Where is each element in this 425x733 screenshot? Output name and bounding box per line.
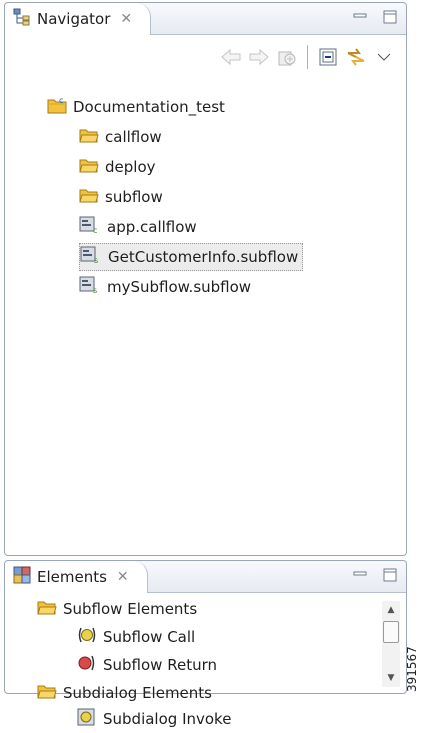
svg-text:s: s <box>94 256 98 264</box>
tree-item-label: Documentation_test <box>73 98 225 116</box>
tree-item-category[interactable]: Subdialog Elements <box>37 679 212 707</box>
project-folder-icon: c <box>47 96 67 118</box>
elements-title: Elements <box>37 568 107 586</box>
subflow-call-icon <box>77 626 97 648</box>
elements-tab[interactable]: Elements ✕ <box>5 561 148 593</box>
navigator-view: Navigator ✕ c Documentation_test callflo… <box>4 2 407 556</box>
tree-item-folder[interactable]: subflow <box>79 183 163 211</box>
close-icon[interactable]: ✕ <box>120 11 132 27</box>
navigator-window-controls <box>352 9 398 29</box>
svg-text:s: s <box>93 286 97 294</box>
collapse-all-icon[interactable] <box>314 43 342 71</box>
tree-item-label: deploy <box>105 158 156 176</box>
subflow-file-icon: s <box>79 276 101 298</box>
elements-header: Elements ✕ <box>5 561 406 593</box>
back-arrow-icon[interactable] <box>217 43 245 71</box>
subflow-return-icon <box>77 654 97 676</box>
elements-scrollbar[interactable]: ▲ ▼ <box>382 601 400 687</box>
navigator-icon <box>13 8 31 30</box>
navigator-header: Navigator ✕ <box>5 3 406 35</box>
tree-item-label: subflow <box>105 188 163 206</box>
navigator-tab[interactable]: Navigator ✕ <box>5 3 152 35</box>
elements-icon <box>13 566 31 588</box>
tree-item-folder[interactable]: callflow <box>79 123 162 151</box>
tree-item-file[interactable]: c app.callflow <box>79 213 197 241</box>
elements-view: Elements ✕ Subflow Elements Subflow Call <box>4 560 407 728</box>
tree-item-project[interactable]: c Documentation_test <box>47 93 225 121</box>
minimize-icon[interactable] <box>352 568 368 586</box>
maximize-icon[interactable] <box>382 9 398 29</box>
folder-icon <box>79 157 99 177</box>
close-icon[interactable]: ✕ <box>117 569 129 585</box>
scroll-up-icon[interactable]: ▲ <box>382 601 400 619</box>
scroll-down-icon[interactable]: ▼ <box>382 669 400 687</box>
navigator-title: Navigator <box>37 10 111 28</box>
folder-icon <box>37 599 57 619</box>
tree-item-label: Subflow Elements <box>63 600 198 618</box>
home-icon[interactable] <box>273 43 301 71</box>
tree-item-category[interactable]: Subflow Elements <box>37 595 197 623</box>
tree-item-label: callflow <box>105 128 162 146</box>
toolbar-separator <box>307 45 308 69</box>
tree-item-file[interactable]: s mySubflow.subflow <box>79 273 251 301</box>
tree-item-label: Subflow Call <box>103 628 196 646</box>
minimize-icon[interactable] <box>352 10 368 28</box>
tree-item-element[interactable]: Subflow Call <box>77 623 195 651</box>
tree-item-element[interactable]: Subdialog Invoke <box>77 705 231 733</box>
subdialog-invoke-icon <box>77 708 97 730</box>
tree-item-folder[interactable]: deploy <box>79 153 156 181</box>
figure-id: 391567 <box>405 646 419 692</box>
svg-text:c: c <box>93 226 97 234</box>
view-menu-icon[interactable] <box>370 43 398 71</box>
maximize-icon[interactable] <box>382 567 398 587</box>
navigator-toolbar <box>5 35 406 79</box>
elements-window-controls <box>352 567 398 587</box>
scrollbar-thumb[interactable] <box>383 621 399 643</box>
tree-item-label: Subdialog Invoke <box>103 710 232 728</box>
tree-item-label: mySubflow.subflow <box>107 278 252 296</box>
tree-item-label: app.callflow <box>107 218 197 236</box>
tree-item-element[interactable]: Subflow Return <box>77 651 217 679</box>
forward-arrow-icon[interactable] <box>245 43 273 71</box>
tree-item-label: Subdialog Elements <box>63 684 212 702</box>
tree-item-label: Subflow Return <box>103 656 217 674</box>
link-with-editor-icon[interactable] <box>342 43 370 71</box>
subflow-file-icon: s <box>80 246 102 268</box>
svg-text:c: c <box>59 96 63 105</box>
folder-icon <box>79 187 99 207</box>
folder-icon <box>37 683 57 703</box>
callflow-file-icon: c <box>79 216 101 238</box>
tree-item-file-selected[interactable]: s GetCustomerInfo.subflow <box>79 243 304 271</box>
tree-item-label: GetCustomerInfo.subflow <box>108 248 299 266</box>
folder-icon <box>79 127 99 147</box>
